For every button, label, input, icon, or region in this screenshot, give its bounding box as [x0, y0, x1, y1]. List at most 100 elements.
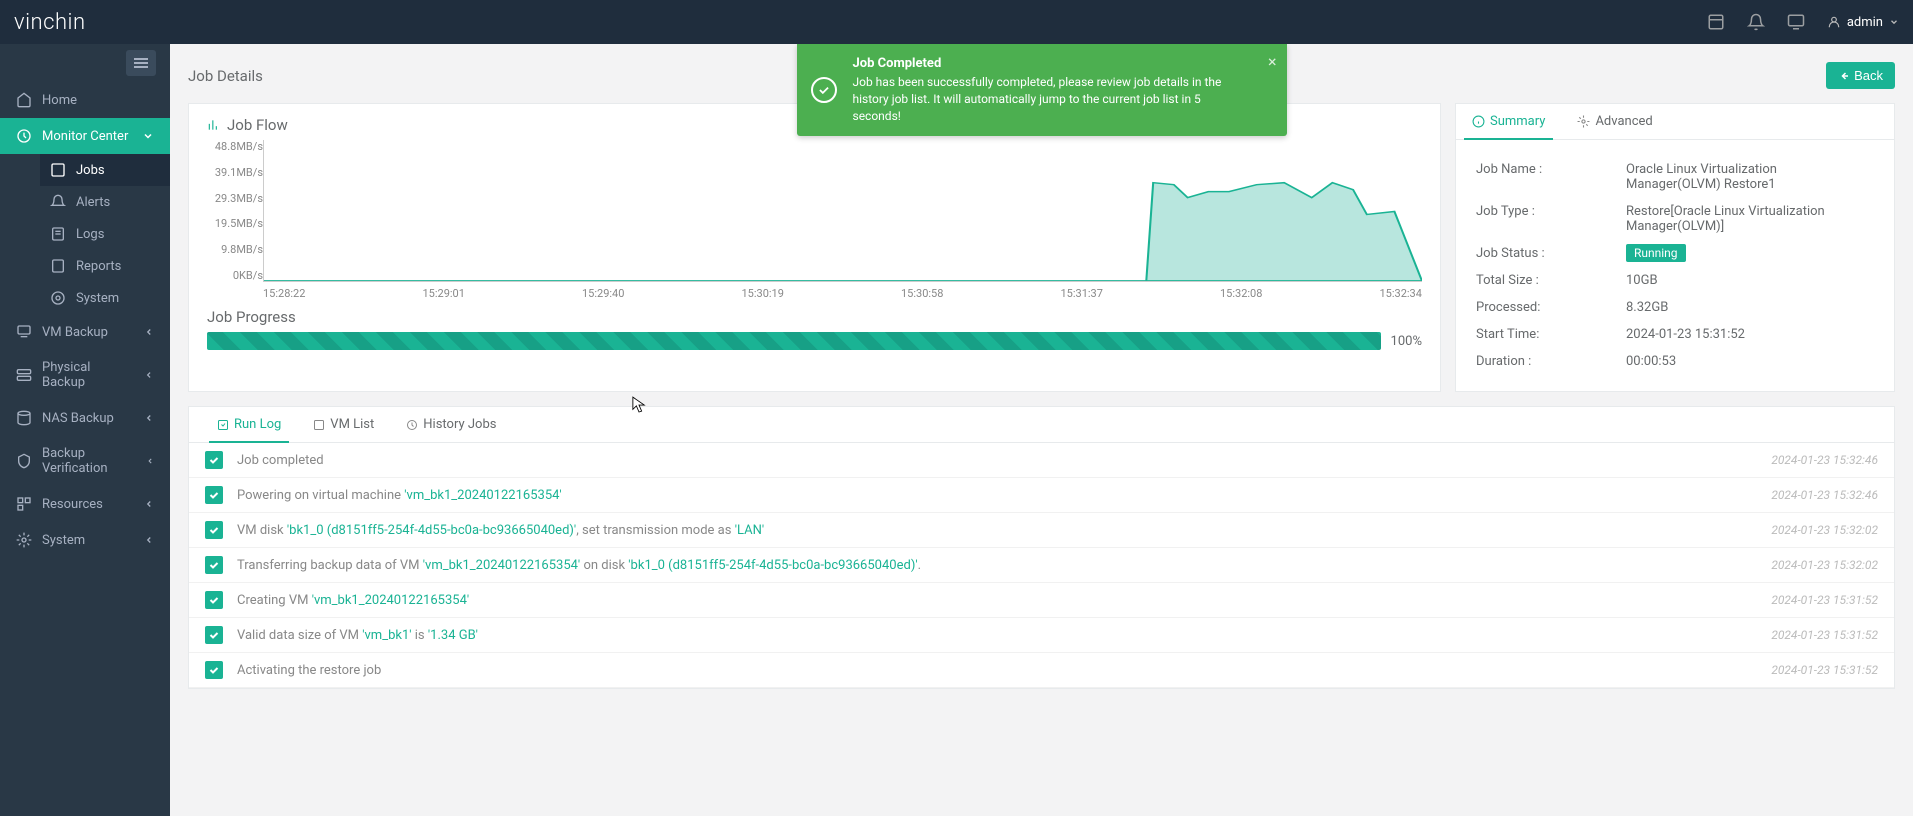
job-flow-title-text: Job Flow [227, 116, 288, 134]
sidebar: Home Monitor Center Jobs Alerts Logs Rep… [0, 44, 170, 816]
progress-row: 100% [207, 332, 1422, 350]
nav-physical-backup[interactable]: Physical Backup [0, 350, 170, 400]
user-icon [1827, 15, 1841, 29]
chart-icon [207, 118, 221, 132]
page-title: Job Details [188, 67, 263, 85]
topbar: vinchin admin [0, 0, 1913, 44]
progress-bar [207, 332, 1381, 350]
summary-label: Job Status : [1476, 246, 1626, 261]
summary-label: Start Time: [1476, 327, 1626, 342]
summary-row: Processed:8.32GB [1476, 294, 1874, 321]
log-row: Activating the restore job2024-01-23 15:… [189, 653, 1894, 688]
summary-label: Duration : [1476, 354, 1626, 369]
nav-nas-backup-label: NAS Backup [42, 411, 114, 426]
toast-notification: Job Completed Job has been successfully … [797, 44, 1287, 136]
home-icon [16, 92, 32, 108]
log-row: Transferring backup data of VM 'vm_bk1_2… [189, 548, 1894, 583]
tab-vm-list-label: VM List [330, 417, 374, 432]
nav-nas-backup[interactable]: NAS Backup [0, 400, 170, 436]
user-menu[interactable]: admin [1827, 15, 1899, 30]
nav-reports[interactable]: Reports [40, 250, 170, 282]
chart-x-tick: 15:31:37 [1061, 287, 1103, 300]
summary-row: Job Type :Restore[Oracle Linux Virtualiz… [1476, 198, 1874, 240]
toast-title: Job Completed [853, 56, 1247, 71]
nav-logs[interactable]: Logs [40, 218, 170, 250]
nav-backup-verification[interactable]: Backup Verification [0, 436, 170, 486]
tab-history-jobs-label: History Jobs [423, 417, 496, 432]
summary-value: Running [1626, 246, 1874, 261]
verification-icon [16, 453, 32, 469]
nav-monitor-sub: Jobs Alerts Logs Reports System [0, 154, 170, 314]
nav-logs-label: Logs [76, 227, 104, 242]
nav-jobs-label: Jobs [76, 163, 105, 178]
chart-svg [264, 140, 1422, 281]
log-check-icon [205, 626, 223, 644]
log-check-icon [205, 451, 223, 469]
nav-monitor-center[interactable]: Monitor Center [0, 118, 170, 154]
log-message: Powering on virtual machine 'vm_bk1_2024… [237, 488, 1771, 503]
log-tabs: Run Log VM List History Jobs [189, 407, 1894, 443]
log-message: Job completed [237, 453, 1771, 468]
nav-system-label: System [42, 533, 85, 548]
summary-label: Processed: [1476, 300, 1626, 315]
tab-vm-list[interactable]: VM List [297, 407, 390, 442]
tab-advanced[interactable]: Advanced [1561, 104, 1668, 139]
log-panel: Run Log VM List History Jobs Job complet… [188, 406, 1895, 689]
nas-backup-icon [16, 410, 32, 426]
toast-close-button[interactable]: × [1268, 52, 1277, 71]
summary-row: Duration :00:00:53 [1476, 348, 1874, 375]
log-list: Job completed2024-01-23 15:32:46Powering… [189, 443, 1894, 688]
chart-y-tick: 29.3MB/s [207, 192, 263, 205]
nav-reports-label: Reports [76, 259, 121, 274]
nav-alerts[interactable]: Alerts [40, 186, 170, 218]
monitor-center-icon [16, 128, 32, 144]
tab-advanced-label: Advanced [1595, 114, 1652, 129]
chart-y-tick: 0KB/s [207, 269, 263, 282]
nav-home[interactable]: Home [0, 82, 170, 118]
nav-jobs[interactable]: Jobs [40, 154, 170, 186]
chart-y-tick: 39.1MB/s [207, 166, 263, 179]
monitor-icon[interactable] [1787, 13, 1805, 31]
log-timestamp: 2024-01-23 15:32:46 [1771, 453, 1878, 467]
tab-history-jobs[interactable]: History Jobs [390, 407, 512, 442]
system-icon [16, 532, 32, 548]
tab-summary[interactable]: Summary [1456, 104, 1561, 139]
summary-value: Oracle Linux Virtualization Manager(OLVM… [1626, 162, 1874, 192]
summary-tabs: Summary Advanced [1456, 104, 1894, 140]
nav-resources-label: Resources [42, 497, 103, 512]
tab-run-log[interactable]: Run Log [201, 407, 297, 442]
log-timestamp: 2024-01-23 15:32:46 [1771, 488, 1878, 502]
chart-x-labels: 15:28:2215:29:0115:29:4015:30:1915:30:58… [263, 287, 1422, 300]
task-icon[interactable] [1707, 13, 1725, 31]
log-check-icon [205, 591, 223, 609]
nav-home-label: Home [42, 93, 77, 108]
status-badge: Running [1626, 244, 1686, 262]
toast-message: Job has been successfully completed, ple… [853, 74, 1247, 124]
log-check-icon [205, 661, 223, 679]
log-timestamp: 2024-01-23 15:31:52 [1771, 628, 1878, 642]
chart-x-tick: 15:28:22 [263, 287, 305, 300]
nav-system[interactable]: System [0, 522, 170, 558]
sidebar-collapse[interactable] [0, 44, 170, 82]
log-message: Creating VM 'vm_bk1_20240122165354' [237, 593, 1771, 608]
chevron-down-icon [142, 130, 154, 142]
summary-value: 2024-01-23 15:31:52 [1626, 327, 1874, 342]
physical-backup-icon [16, 367, 32, 383]
logs-icon [50, 226, 66, 242]
chart-x-tick: 15:29:01 [423, 287, 465, 300]
nav-physical-backup-label: Physical Backup [42, 360, 134, 390]
bell-icon[interactable] [1747, 13, 1765, 31]
summary-label: Job Type : [1476, 204, 1626, 234]
history-icon [406, 419, 418, 431]
nav-system-sub[interactable]: System [40, 282, 170, 314]
summary-value: 8.32GB [1626, 300, 1874, 315]
nav-resources[interactable]: Resources [0, 486, 170, 522]
log-check-icon [205, 486, 223, 504]
back-button[interactable]: Back [1826, 62, 1895, 89]
log-message: Valid data size of VM 'vm_bk1' is '1.34 … [237, 628, 1771, 643]
system-icon [50, 290, 66, 306]
summary-body: Job Name :Oracle Linux Virtualization Ma… [1456, 140, 1894, 391]
chart-y-tick: 9.8MB/s [207, 243, 263, 256]
nav-vm-backup[interactable]: VM Backup [0, 314, 170, 350]
summary-value: 10GB [1626, 273, 1874, 288]
